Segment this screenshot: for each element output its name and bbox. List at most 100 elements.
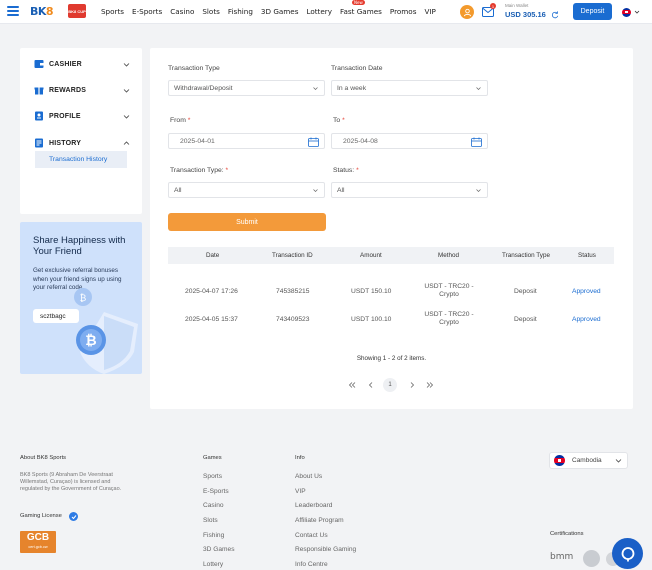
row-method: USDT - TRC20 - Crypto	[423, 311, 475, 327]
nav-sports[interactable]: Sports	[101, 7, 124, 16]
footer-link-sports[interactable]: Sports	[203, 473, 222, 480]
deposit-button[interactable]: Deposit	[573, 3, 612, 20]
chevron-down-icon	[476, 189, 481, 192]
column-header-transaction-type[interactable]: Transaction Type	[502, 252, 550, 259]
nav-esports[interactable]: E-Sports	[132, 7, 162, 16]
transaction-type-select[interactable]: Withdrawal/Deposit	[168, 80, 325, 96]
tx-type-filter-select[interactable]: All	[168, 182, 325, 198]
nav-slots[interactable]: Slots	[202, 7, 220, 16]
nav-3d-games[interactable]: 3D Games	[261, 7, 299, 16]
footer-about-title: About BK8 Sports	[20, 455, 67, 461]
row-amount: USDT 100.10	[351, 316, 392, 323]
calendar-icon[interactable]	[308, 137, 319, 147]
footer-link-contact-us[interactable]: Contact Us	[295, 532, 328, 539]
submit-button[interactable]: Submit	[168, 213, 326, 231]
user-account-icon[interactable]	[460, 5, 474, 19]
sidebar-item-cashier[interactable]: CASHIER	[34, 57, 130, 71]
footer-link-responsible-gaming[interactable]: Responsible Gaming	[295, 546, 356, 553]
row-transaction-id: 743409523	[276, 316, 310, 323]
to-date-input[interactable]: 2025-04-08	[331, 133, 488, 149]
row-method-line-1: USDT - TRC20 -	[424, 283, 474, 290]
transaction-date-select[interactable]: In a week	[331, 80, 488, 96]
last-page-icon[interactable]	[426, 381, 434, 389]
sidebar-item-profile[interactable]: PROFILE	[34, 109, 130, 123]
nav-vip[interactable]: VIP	[424, 7, 435, 16]
referral-code[interactable]: scztbagc	[33, 309, 79, 323]
hamburger-menu-icon[interactable]	[7, 6, 19, 16]
svg-text:₿: ₿	[85, 333, 96, 349]
from-label-text: From	[170, 117, 186, 124]
next-page-icon[interactable]	[408, 381, 416, 389]
from-date-label: From *	[170, 117, 190, 124]
svg-text:₿: ₿	[80, 293, 87, 304]
bmm-certification-logo: bmm	[550, 552, 574, 562]
cashier-icon	[34, 60, 44, 68]
nav-casino[interactable]: Casino	[170, 7, 194, 16]
sidebar-item-history[interactable]: HISTORY	[34, 136, 130, 150]
footer-link-leaderboard[interactable]: Leaderboard	[295, 502, 332, 509]
footer-certifications-title: Certifications	[550, 531, 584, 537]
row-date: 2025-04-05 15:37	[185, 316, 238, 323]
tx-type-filter-value: All	[174, 186, 182, 194]
sidebar-subitem-transaction-history[interactable]: Transaction History	[35, 151, 127, 168]
transaction-date-value: In a week	[337, 84, 367, 92]
live-chat-button[interactable]	[612, 538, 643, 569]
nav-lottery[interactable]: Lottery	[306, 7, 332, 16]
footer-link-casino[interactable]: Casino	[203, 502, 224, 509]
nav-promos[interactable]: Promos	[390, 7, 417, 16]
gcb-license-logo[interactable]: GCB cert.gcb.cw	[20, 531, 56, 553]
row-method-line-2: Crypto	[439, 291, 459, 298]
column-header-amount[interactable]: Amount	[360, 252, 382, 259]
to-date-label: To *	[333, 117, 345, 124]
footer-link-vip[interactable]: VIP	[295, 488, 306, 495]
footer-link-info-centre[interactable]: Info Centre	[295, 561, 328, 568]
sidebar-item-rewards[interactable]: REWARDS	[34, 83, 130, 97]
chevron-down-icon	[123, 114, 130, 119]
refresh-icon[interactable]	[551, 11, 559, 19]
column-header-method[interactable]: Method	[438, 252, 459, 259]
bk8-cup-logo[interactable]: BK8 CUP	[68, 4, 86, 18]
column-header-status[interactable]: Status	[578, 252, 596, 259]
chevron-down-icon	[313, 87, 318, 90]
footer-link-about-us[interactable]: About Us	[295, 473, 322, 480]
cambodia-flag-icon	[554, 455, 565, 466]
footer-games-title: Games	[203, 455, 222, 461]
language-selector[interactable]	[622, 5, 644, 19]
verified-icon	[69, 512, 78, 521]
footer-about-text: BK8 Sports (9 Abraham De Veerstraat Will…	[20, 472, 122, 492]
nav-fast-games[interactable]: Fast Games New	[340, 0, 382, 16]
status-filter-value: All	[337, 186, 345, 194]
footer-link-affiliate-program[interactable]: Affiliate Program	[295, 517, 344, 524]
footer-link-esports[interactable]: E-Sports	[203, 488, 229, 495]
page-number-current[interactable]: 1	[383, 378, 397, 392]
column-header-date[interactable]: Date	[206, 252, 219, 259]
nav-fishing[interactable]: Fishing	[228, 7, 253, 16]
first-page-icon[interactable]	[348, 381, 356, 389]
row-transaction-type: Deposit	[514, 288, 537, 295]
row-method-line-1: USDT - TRC20 -	[424, 311, 474, 318]
required-mark: *	[187, 117, 191, 124]
row-date: 2025-04-07 17:26	[185, 288, 238, 295]
status-filter-select[interactable]: All	[331, 182, 488, 198]
from-date-value: 2025-04-01	[180, 137, 215, 145]
prev-page-icon[interactable]	[367, 381, 375, 389]
column-header-transaction-id[interactable]: Transaction ID	[272, 252, 313, 259]
footer-link-slots[interactable]: Slots	[203, 517, 218, 524]
footer-link-fishing[interactable]: Fishing	[203, 532, 224, 539]
calendar-icon[interactable]	[471, 137, 482, 147]
footer-language-select[interactable]: Cambodia	[549, 452, 628, 469]
profile-icon	[35, 111, 43, 121]
footer-link-lottery[interactable]: Lottery	[203, 561, 223, 568]
brand-logo[interactable]: BK8	[30, 5, 54, 18]
transaction-type-label: Transaction Type	[168, 65, 220, 72]
row-amount: USDT 150.10	[351, 288, 392, 295]
status-filter-label: Status: *	[333, 167, 359, 174]
tx-type-label-text: Transaction Type:	[170, 167, 224, 174]
promo-title: Share Happiness with Your Friend	[33, 235, 126, 257]
chevron-down-icon	[123, 62, 130, 67]
status-label-text: Status:	[333, 167, 355, 174]
from-date-input[interactable]: 2025-04-01	[168, 133, 325, 149]
rewards-icon	[34, 87, 44, 95]
gcb-logo-subtext: cert.gcb.cw	[28, 545, 48, 549]
footer-link-3d-games[interactable]: 3D Games	[203, 546, 235, 553]
